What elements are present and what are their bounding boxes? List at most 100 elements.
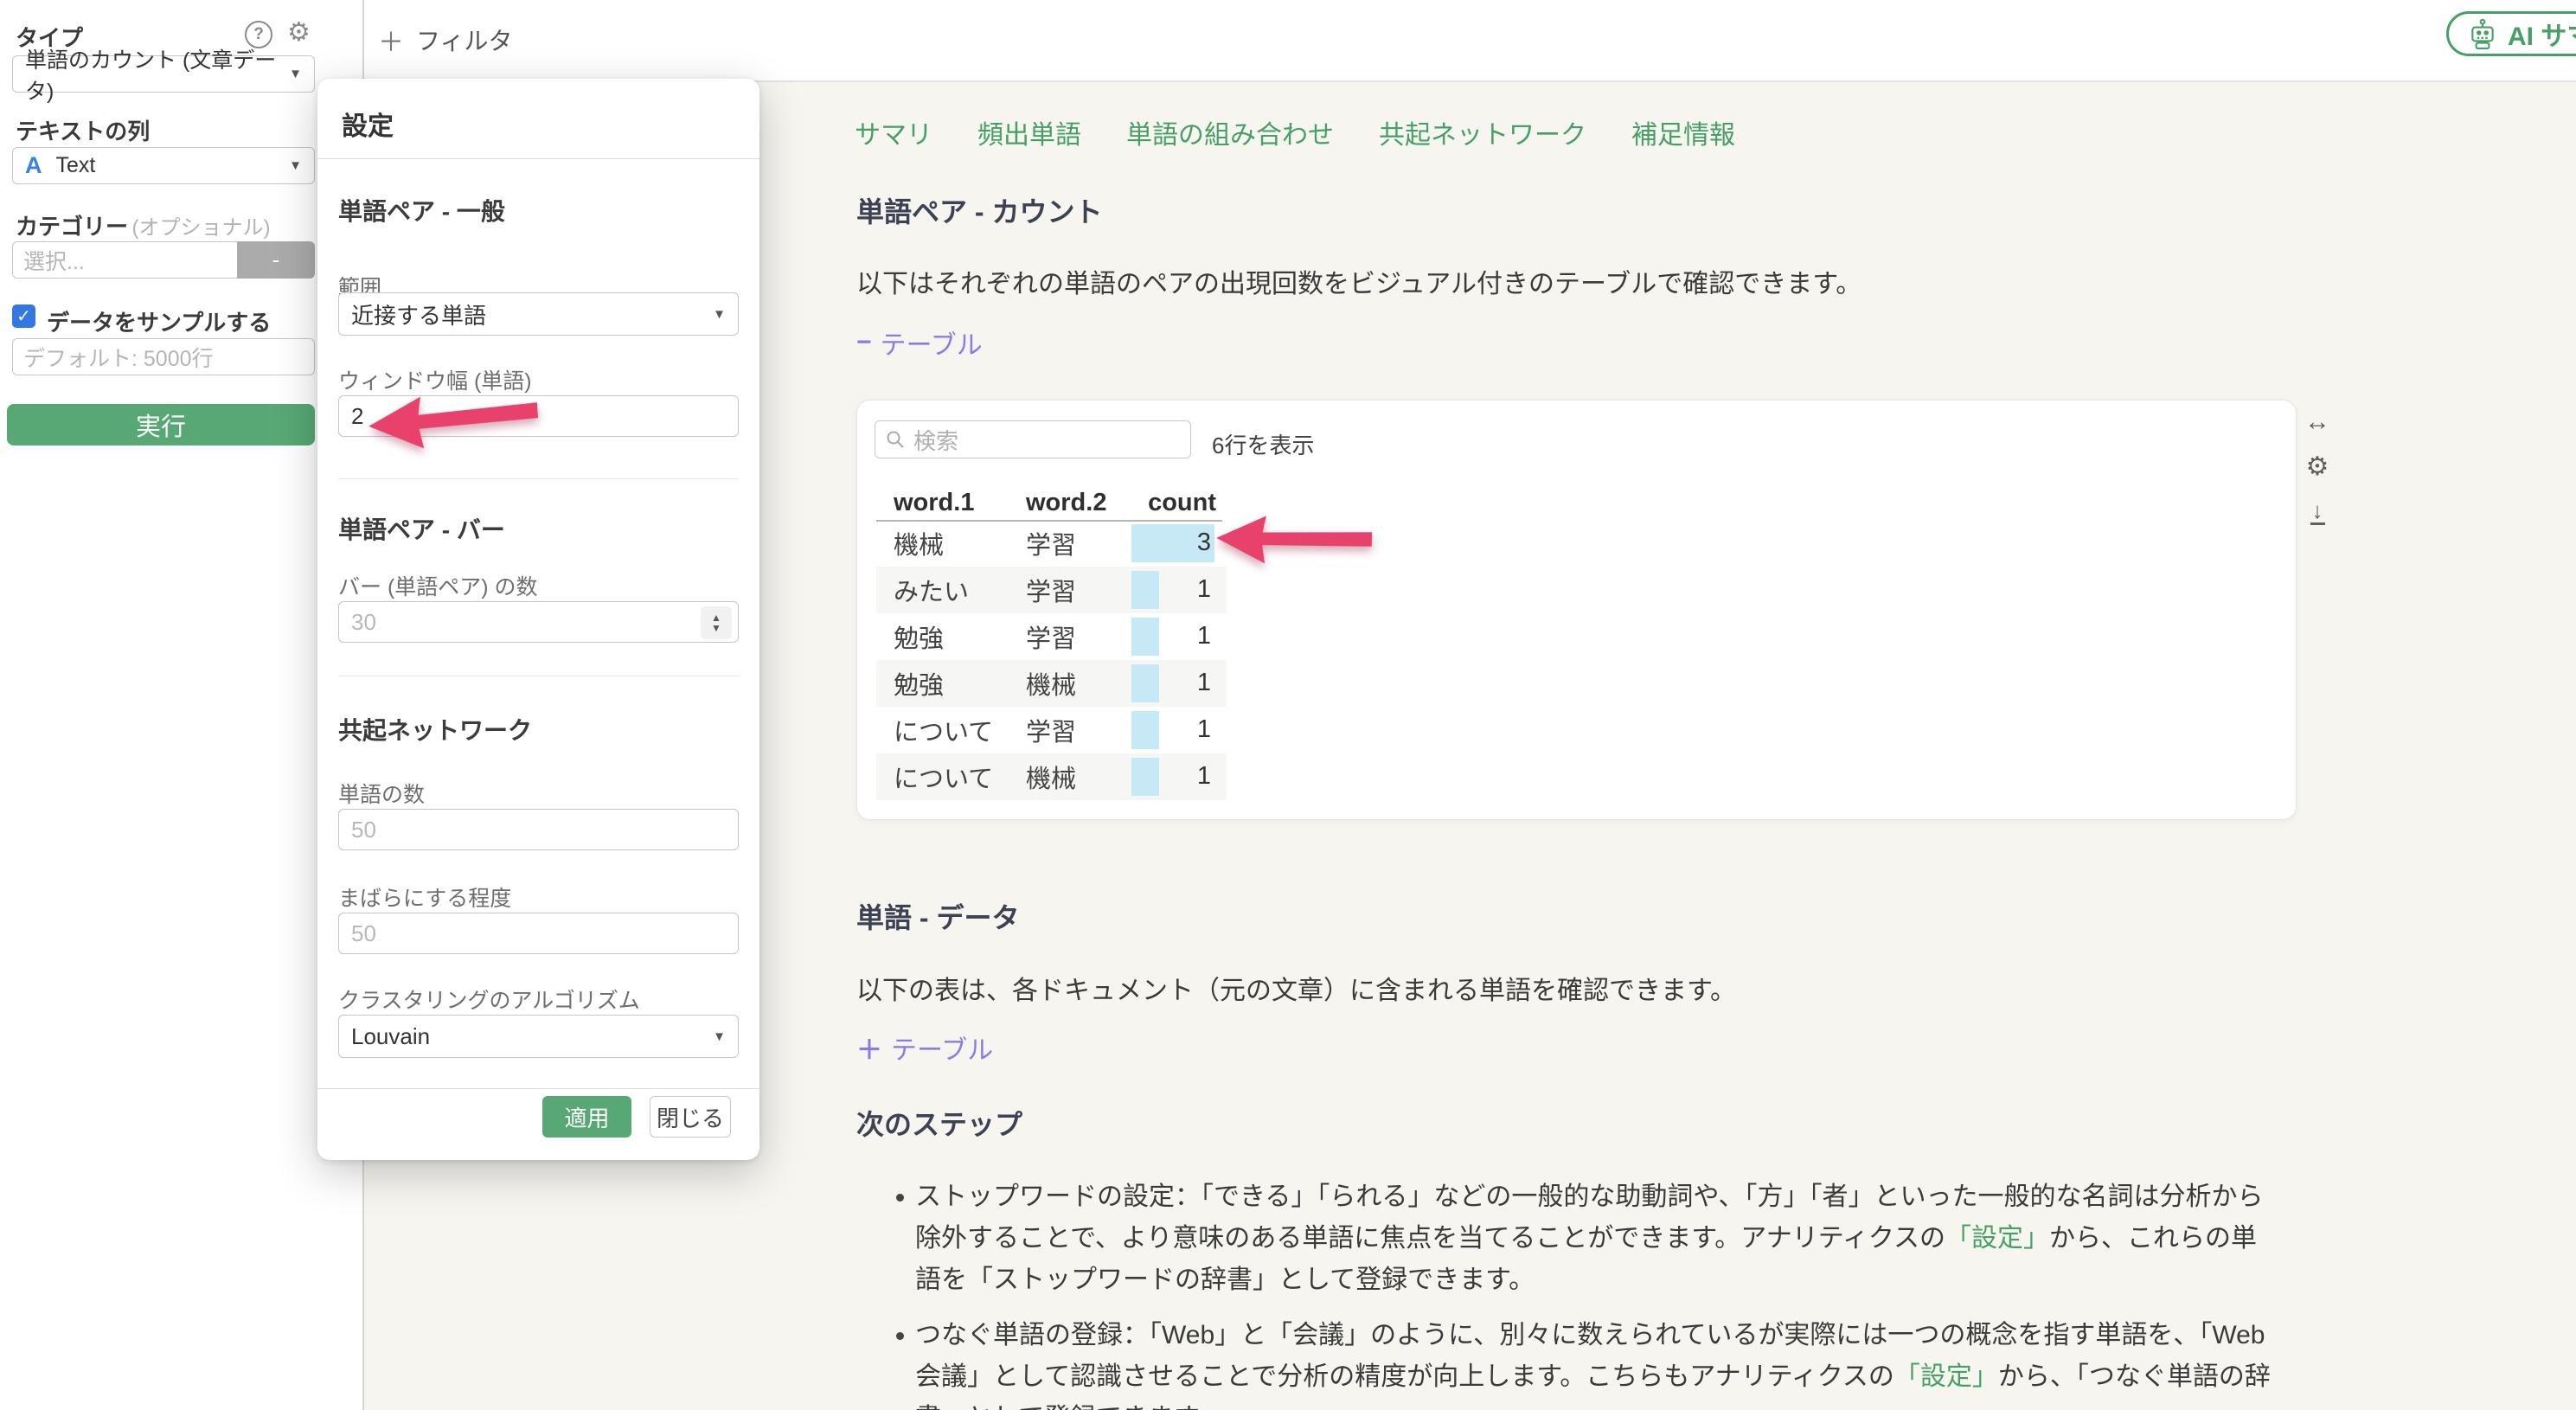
count-bar [1131,618,1159,656]
cell-word2: 学習 [1026,625,1077,653]
tab-1[interactable]: サマリ [855,113,932,151]
table-toolbar: ↔ ⚙ ↓ [2304,409,2330,525]
table-search-input[interactable]: 検索 [875,420,1191,458]
table-row[interactable]: について 学習 1 [876,707,1227,753]
table-row[interactable]: 勉強 学習 1 [876,613,1227,660]
chevron-down-icon: ▼ [289,158,302,173]
sample-data-label: データをサンプルする [47,310,272,336]
word-data-title: 単語 - データ [856,902,1020,933]
chevron-down-icon: ▼ [713,306,726,322]
range-select[interactable]: 近接する単語 ▼ [338,292,739,336]
plus-icon: ＋ [856,1036,882,1065]
category-optional-label: (オプショナル) [131,216,271,240]
chevron-down-icon: ▼ [289,67,302,81]
cell-word2: 機械 [1026,672,1077,700]
analytics-type-select[interactable]: 単語のカウント (文章データ) ▼ [12,48,315,104]
sample-size-input[interactable]: デフォルト: 5000行 [12,338,315,375]
category-input-group: 選択... - [12,241,315,279]
next-step-item: ストップワードの設定：「できる」「られる」などの一般的な助動詞や、「方」「者」と… [891,1176,2275,1301]
next-step-item: つなぐ単語の登録：「Web」と「会議」のように、別々に数えられているが実際には一… [891,1315,2275,1410]
cell-word2: 学習 [1026,579,1077,606]
cell-count: 1 [1131,618,1214,656]
column-header-count[interactable]: count [1148,489,1216,517]
apply-button[interactable]: 適用 [542,1096,631,1138]
text-type-icon: A [25,152,42,178]
table-expand-link[interactable]: ＋ テーブル [856,1029,993,1067]
tab-4[interactable]: 共起ネットワーク [1379,113,1586,151]
search-placeholder: 検索 [913,427,959,454]
dialog-footer-divider [317,1088,759,1089]
word-count-input[interactable]: 50 [338,809,739,850]
stepper-arrows-icon[interactable]: ▲ ▼ [701,606,732,639]
table-row[interactable]: について 機械 1 [876,753,1227,800]
count-value: 1 [1196,669,1211,696]
count-bar [1131,758,1159,796]
table-row[interactable]: みたい 学習 1 [876,567,1227,613]
ai-summary-button[interactable]: AI サマリ [2446,11,2576,56]
chevron-down-icon: ▼ [713,1029,726,1044]
cell-count: 1 [1131,571,1214,609]
close-button[interactable]: 閉じる [650,1096,731,1138]
word-data-description: 以下の表は、各ドキュメント（元の文章）に含まれる単語を確認できます。 [856,977,1736,1005]
tab-2[interactable]: 頻出単語 [977,113,1081,151]
count-value: 1 [1196,762,1211,790]
cell-count: 3 [1131,524,1214,562]
settings-link[interactable]: 「設定」 [1894,1362,1998,1391]
minus-icon: − [856,328,872,356]
category-label-row: カテゴリー (オプショナル) [16,209,270,241]
section-word-pair-bar: 単語ペア - バー [338,516,505,543]
cell-word1: について [894,766,994,793]
column-header-word2[interactable]: word.2 [1026,489,1106,517]
sparse-input[interactable]: 50 [338,913,739,954]
add-filter-button[interactable]: ＋ フィルタ [378,21,512,59]
annotation-arrow-window-width [368,396,539,449]
tab-3[interactable]: 単語の組み合わせ [1126,113,1334,151]
cell-count: 1 [1131,758,1214,796]
cell-word1: みたい [894,579,970,606]
section-network: 共起ネットワーク [338,717,533,744]
count-value: 1 [1196,715,1211,743]
cell-count: 1 [1131,664,1214,702]
table-header: word.1 word.2 count [876,489,1222,522]
text-column-value: Text [55,153,96,177]
category-remove-button[interactable]: - [237,241,315,279]
add-filter-label: フィルタ [416,28,513,54]
bar-count-stepper[interactable]: 30 ▲ ▼ [338,601,739,643]
cell-word1: について [894,719,994,747]
category-select-input[interactable]: 選択... [12,241,237,279]
annotation-arrow-count-3 [1216,516,1373,564]
run-button[interactable]: 実行 [7,404,315,445]
cluster-algorithm-label: クラスタリングのアルゴリズム [338,989,640,1013]
range-value: 近接する単語 [351,302,487,329]
resize-horizontal-icon[interactable]: ↔ [2304,409,2330,435]
next-steps-list: ストップワードの設定：「できる」「られる」などの一般的な助動詞や、「方」「者」と… [891,1176,2275,1410]
top-bar: ＋ フィルタ AI サマリ [364,0,2576,82]
robot-icon [2471,18,2494,49]
column-header-word1[interactable]: word.1 [894,489,974,517]
next-steps-title: 次のステップ [856,1109,1023,1140]
result-tabs: サマリ 頻出単語 単語の組み合わせ 共起ネットワーク 補足情報 [855,113,1735,151]
table-settings-gear-icon[interactable]: ⚙ [2306,454,2329,480]
category-label: カテゴリー [16,214,129,240]
gear-icon[interactable]: ⚙ [287,17,311,48]
cell-count: 1 [1131,711,1214,749]
tab-5[interactable]: 補足情報 [1631,113,1735,151]
cell-word1: 勉強 [894,625,945,653]
download-icon[interactable]: ↓ [2310,499,2325,525]
sample-data-checkbox[interactable]: ✓ [12,304,35,328]
table-body: 機械 学習 3 みたい 学習 1 勉強 学習 1 勉強 機械 1 について 学習 1 について 機械 1 [876,520,1227,800]
search-icon [887,431,904,448]
table-collapse-link[interactable]: − テーブル [856,324,983,362]
word-pair-count-description: 以下はそれぞれの単語のペアの出現回数をビジュアル付きのテーブルで確認できます。 [856,270,1862,298]
cluster-algorithm-select[interactable]: Louvain ▼ [338,1015,739,1058]
analytics-sidebar: タイプ ? ⚙ 単語のカウント (文章データ) ▼ テキストの列 A Text … [0,0,364,1410]
word-count-label: 単語の数 [338,783,426,807]
text-column-select[interactable]: A Text ▼ [12,147,315,184]
table-row[interactable]: 機械 学習 3 [876,520,1227,567]
settings-link[interactable]: 「設定」 [1945,1224,2049,1253]
word-pair-table-card: 検索 6行を表示 word.1 word.2 count 機械 学習 3 みたい 学習 1… [856,400,2297,820]
bar-count-label: バー (単語ペア) の数 [338,575,538,599]
divider [338,478,739,479]
text-column-label: テキストの列 [16,119,151,144]
table-row[interactable]: 勉強 機械 1 [876,660,1227,707]
